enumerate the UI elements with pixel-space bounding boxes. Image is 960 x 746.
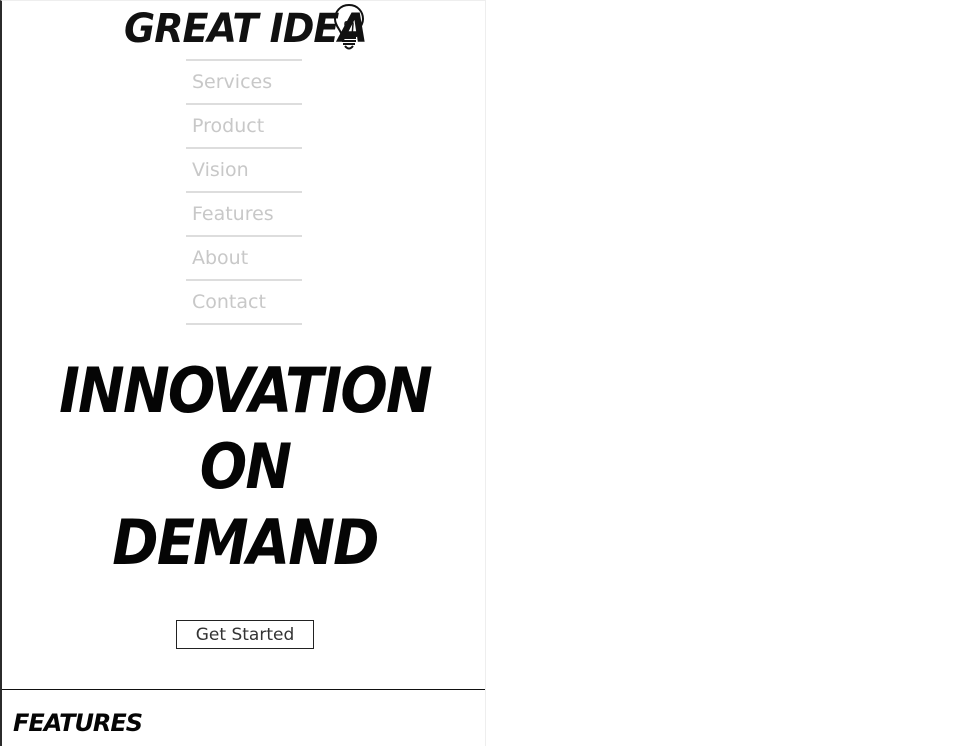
nav-link-features[interactable]: Features (186, 193, 302, 235)
nav-item-services: Services (186, 61, 302, 105)
logo-text: GREAT IDEA (124, 6, 368, 52)
hero-title-line: DEMAND (112, 506, 379, 579)
get-started-button[interactable]: Get Started (176, 620, 314, 649)
nav-link-vision[interactable]: Vision (186, 149, 302, 191)
section-divider (2, 689, 485, 690)
site-logo[interactable]: GREAT IDEA (124, 3, 380, 53)
hero-title-line: INNOVATION (59, 354, 433, 427)
lightbulb-icon (333, 3, 365, 50)
nav-item-product: Product (186, 105, 302, 149)
nav-item-vision: Vision (186, 149, 302, 193)
nav-link-services[interactable]: Services (186, 61, 302, 103)
nav-item-about: About (186, 237, 302, 281)
hero-title-line: ON (199, 430, 292, 503)
nav-item-contact: Contact (186, 281, 302, 325)
nav-item-features: Features (186, 193, 302, 237)
nav-link-contact[interactable]: Contact (186, 281, 302, 323)
hero-title: INNOVATION ON DEMAND (2, 353, 485, 581)
nav-link-about[interactable]: About (186, 237, 302, 279)
mobile-viewport: GREAT IDEA Services Product Vision Featu… (0, 0, 486, 746)
features-heading: FEATURES (13, 709, 143, 737)
main-nav: Services Product Vision Features About C… (186, 59, 302, 325)
page: GREAT IDEA Services Product Vision Featu… (0, 0, 960, 746)
nav-link-product[interactable]: Product (186, 105, 302, 147)
